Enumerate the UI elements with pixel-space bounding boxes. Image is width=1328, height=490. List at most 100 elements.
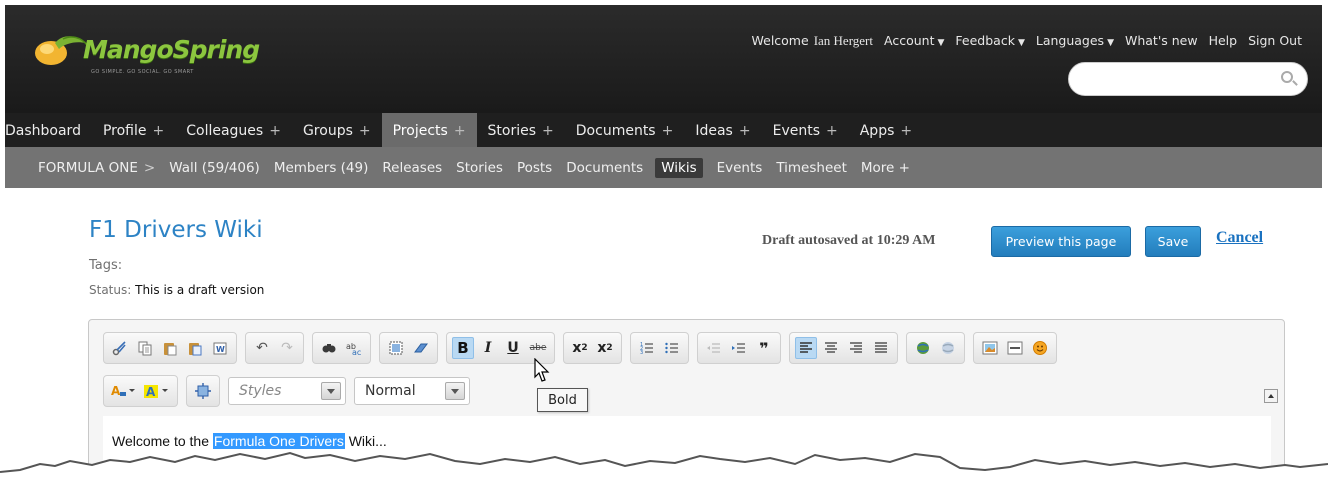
- project-subnav: FORMULA ONE > Wall (59/406) Members (49) …: [5, 147, 1322, 188]
- welcome-text: Welcome: [751, 33, 809, 48]
- smiley-icon[interactable]: [1029, 337, 1051, 359]
- subnav-wikis[interactable]: Wikis: [655, 157, 703, 178]
- subnav-documents[interactable]: Documents: [566, 160, 643, 176]
- subnav-stories[interactable]: Stories: [456, 160, 503, 176]
- align-left-icon[interactable]: [795, 337, 817, 359]
- top-header: MangoSpring GO SIMPLE. GO SOCIAL. GO SMA…: [5, 5, 1322, 113]
- redo-icon[interactable]: ↷: [276, 337, 298, 359]
- blockquote-icon[interactable]: ❞: [753, 337, 775, 359]
- nav-groups[interactable]: Groups +: [292, 113, 382, 147]
- insert-group: [973, 332, 1057, 364]
- subnav-timesheet[interactable]: Timesheet: [776, 160, 847, 176]
- justify-icon[interactable]: [870, 337, 892, 359]
- underline-icon[interactable]: U: [502, 337, 524, 359]
- top-nav: Welcome Ian Hergert Account ▼ Feedback ▼ L…: [741, 33, 1303, 49]
- svg-text:A: A: [146, 385, 156, 399]
- whats-new-link[interactable]: What's new: [1125, 33, 1198, 49]
- paste-icon[interactable]: [159, 337, 181, 359]
- nav-ideas[interactable]: Ideas +: [684, 113, 761, 147]
- subnav-posts[interactable]: Posts: [517, 160, 552, 176]
- chevron-down-icon[interactable]: [445, 382, 465, 400]
- brand-tagline: GO SIMPLE. GO SOCIAL. GO SMART: [91, 69, 194, 75]
- link-icon[interactable]: [912, 337, 934, 359]
- indent-group: ❞: [697, 332, 781, 364]
- subnav-members[interactable]: Members (49): [274, 160, 369, 176]
- background-color-icon[interactable]: A: [142, 380, 172, 402]
- user-name[interactable]: Ian Hergert: [814, 33, 873, 49]
- nav-colleagues[interactable]: Colleagues +: [175, 113, 292, 147]
- help-link[interactable]: Help: [1209, 33, 1238, 49]
- paste-text-icon[interactable]: [184, 337, 206, 359]
- nav-profile[interactable]: Profile +: [92, 113, 175, 147]
- brand-name: MangoSpring: [83, 35, 260, 64]
- indent-icon[interactable]: [728, 337, 750, 359]
- breadcrumb-project[interactable]: FORMULA ONE >: [38, 160, 155, 176]
- save-button[interactable]: Save: [1145, 226, 1201, 257]
- paste-word-icon[interactable]: W: [209, 337, 231, 359]
- numbered-list-icon[interactable]: 123: [636, 337, 658, 359]
- languages-menu[interactable]: Languages ▼: [1036, 33, 1114, 49]
- subnav-wall[interactable]: Wall (59/406): [169, 160, 260, 176]
- status-label: Status:: [89, 283, 132, 297]
- subnav-more[interactable]: More +: [861, 160, 910, 176]
- strikethrough-icon[interactable]: abe: [527, 337, 549, 359]
- italic-icon[interactable]: I: [477, 337, 499, 359]
- list-group: 123: [630, 332, 689, 364]
- styles-placeholder: Styles: [239, 383, 282, 399]
- mouse-pointer-icon: [534, 358, 550, 382]
- select-all-icon[interactable]: [385, 337, 407, 359]
- align-center-icon[interactable]: [820, 337, 842, 359]
- bulleted-list-icon[interactable]: [661, 337, 683, 359]
- subnav-events[interactable]: Events: [717, 160, 763, 176]
- chevron-down-icon: ▼: [937, 38, 945, 48]
- unlink-icon[interactable]: [937, 337, 959, 359]
- expand-icon: +: [738, 123, 751, 139]
- find-group: ab ac: [312, 332, 371, 364]
- format-select[interactable]: Normal: [354, 377, 470, 405]
- nav-apps[interactable]: Apps +: [849, 113, 923, 147]
- svg-text:ac: ac: [352, 348, 361, 356]
- subscript-icon[interactable]: x2: [569, 337, 591, 359]
- script-group: x2 x2: [563, 332, 622, 364]
- bold-tooltip: Bold: [537, 388, 588, 412]
- chevron-down-icon[interactable]: [321, 382, 341, 400]
- subnav-releases[interactable]: Releases: [382, 160, 442, 176]
- maximize-icon[interactable]: [192, 380, 214, 402]
- expand-icon: +: [152, 123, 165, 139]
- styles-select[interactable]: Styles: [228, 377, 346, 405]
- chevron-down-icon: ▼: [1017, 38, 1025, 48]
- text-color-icon[interactable]: A: [109, 380, 139, 402]
- nav-documents[interactable]: Documents +: [565, 113, 685, 147]
- nav-dashboard[interactable]: Dashboard: [5, 113, 92, 147]
- horizontal-rule-icon[interactable]: [1004, 337, 1026, 359]
- sign-out-link[interactable]: Sign Out: [1248, 33, 1302, 49]
- mangospring-logo[interactable]: MangoSpring GO SIMPLE. GO SOCIAL. GO SMA…: [33, 33, 260, 77]
- feedback-menu[interactable]: Feedback ▼: [955, 33, 1024, 49]
- image-icon[interactable]: [979, 337, 1001, 359]
- copy-icon[interactable]: [134, 337, 156, 359]
- nav-events[interactable]: Events +: [762, 113, 849, 147]
- account-menu[interactable]: Account ▼: [884, 33, 944, 49]
- expand-icon: +: [453, 123, 466, 139]
- expand-icon: +: [542, 123, 554, 139]
- nav-stories[interactable]: Stories +: [477, 113, 565, 147]
- nav-projects[interactable]: Projects +: [381, 113, 477, 147]
- find-icon[interactable]: [318, 337, 340, 359]
- remove-format-icon[interactable]: [410, 337, 432, 359]
- search-input[interactable]: [1068, 62, 1308, 96]
- preview-button[interactable]: Preview this page: [991, 226, 1131, 257]
- undo-icon[interactable]: ↶: [251, 337, 273, 359]
- expand-icon: +: [661, 123, 674, 139]
- bold-icon[interactable]: B: [452, 337, 474, 359]
- maximize-group: [186, 375, 220, 407]
- cancel-link[interactable]: Cancel: [1216, 229, 1263, 247]
- replace-icon[interactable]: ab ac: [343, 337, 365, 359]
- editor-toolbar-row-2: A A Styles Normal: [103, 375, 470, 407]
- search-icon[interactable]: [1281, 71, 1293, 83]
- collapse-toolbar-icon[interactable]: [1264, 389, 1278, 403]
- undo-redo-group: ↶ ↷: [245, 332, 304, 364]
- outdent-icon[interactable]: [703, 337, 725, 359]
- cut-icon[interactable]: [109, 337, 131, 359]
- align-right-icon[interactable]: [845, 337, 867, 359]
- superscript-icon[interactable]: x2: [594, 337, 616, 359]
